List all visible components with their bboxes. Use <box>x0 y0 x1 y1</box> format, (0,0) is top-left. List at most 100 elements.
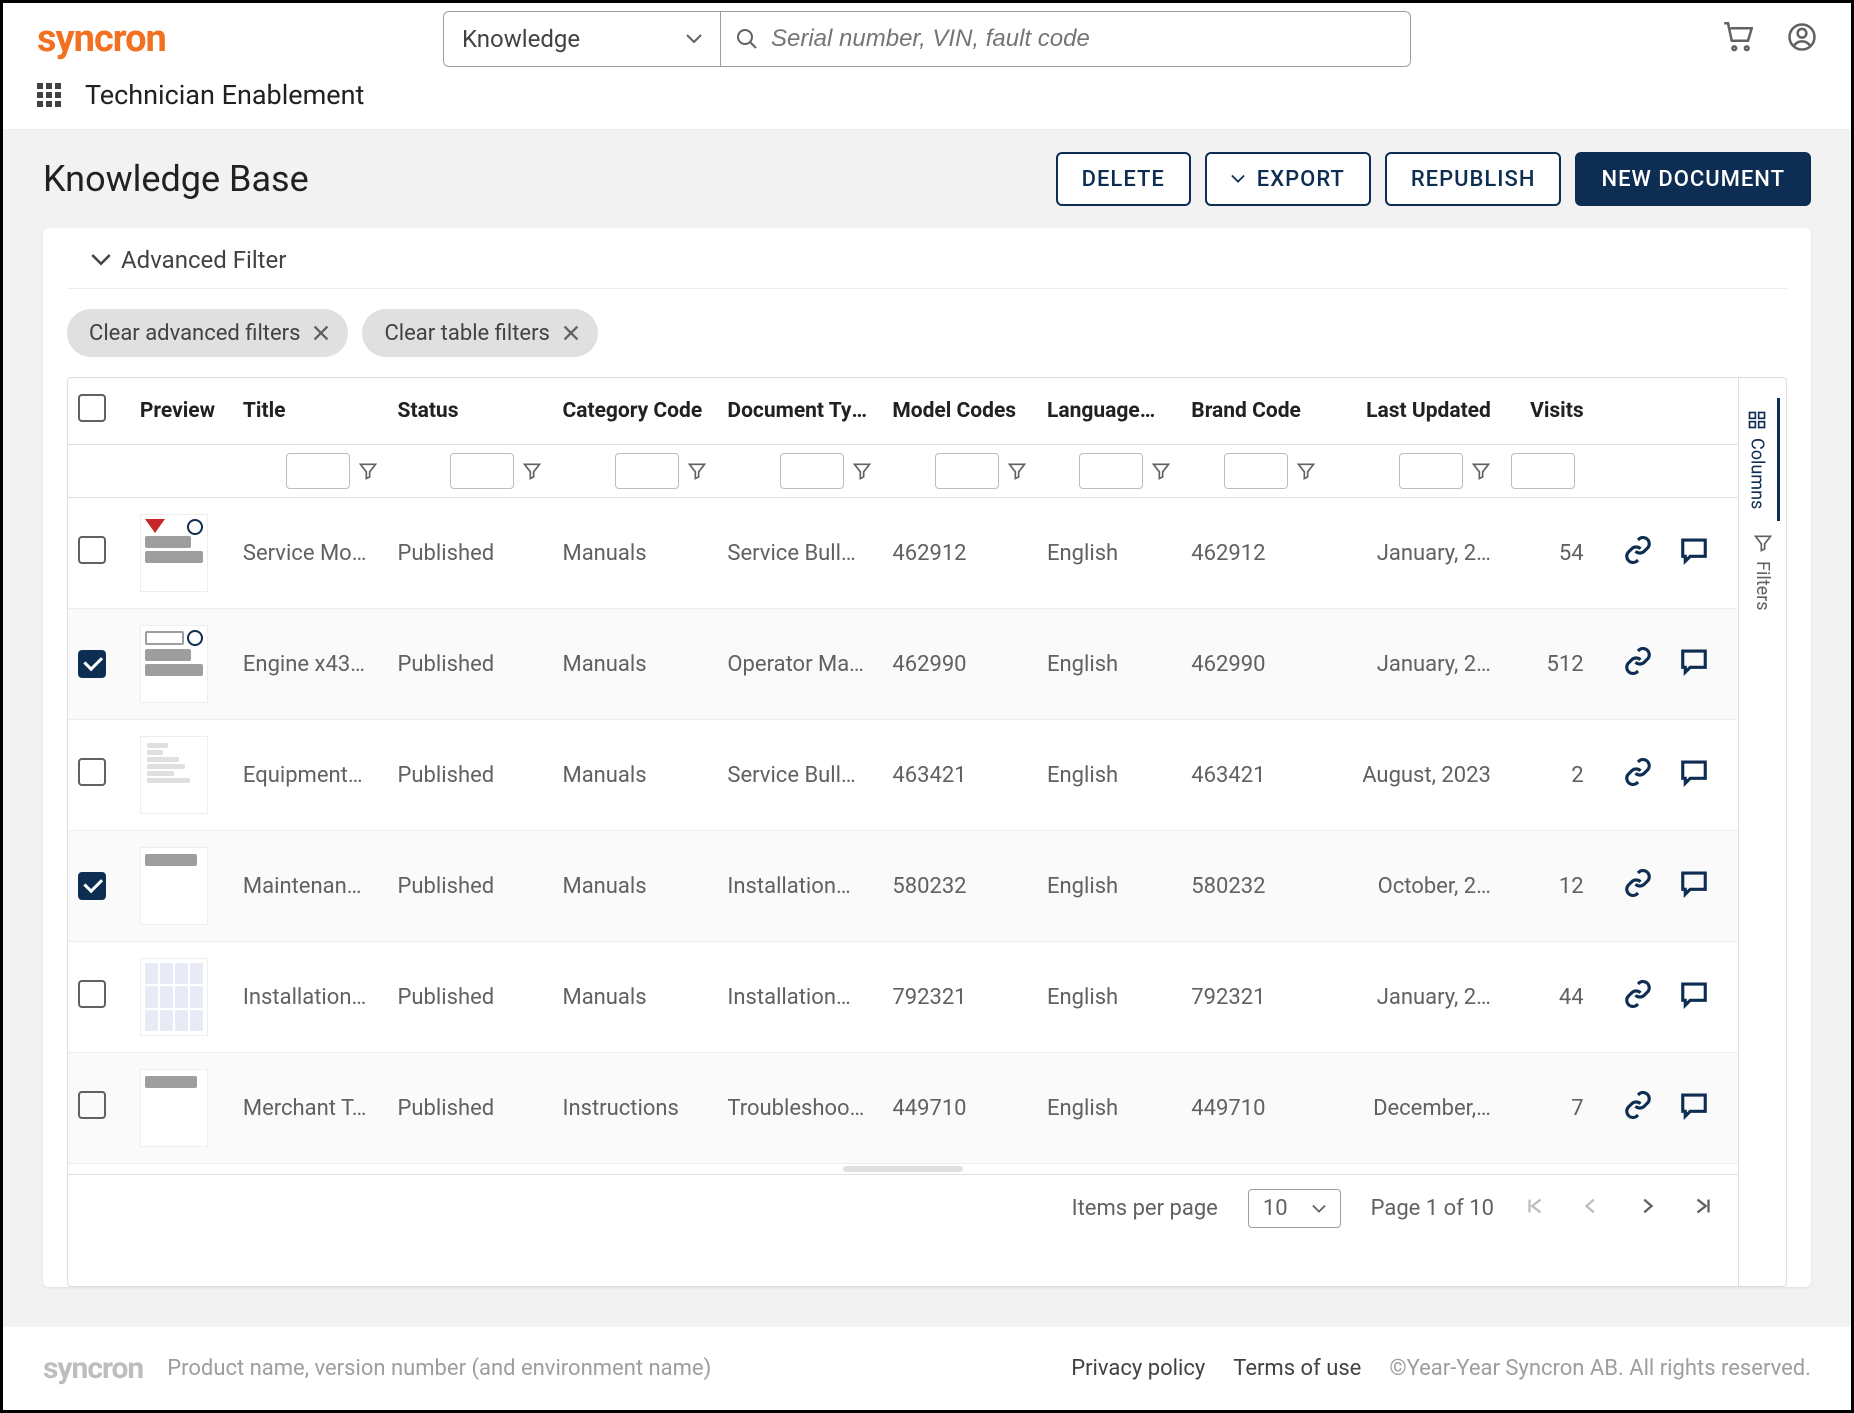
row-checkbox[interactable] <box>78 1091 106 1119</box>
header-row: Preview Title Status Category Code Docum… <box>68 378 1738 445</box>
prev-page-icon[interactable] <box>1580 1195 1602 1223</box>
comment-icon[interactable] <box>1679 979 1709 1015</box>
table-row[interactable]: Installation…PublishedManualsInstallatio… <box>68 942 1738 1053</box>
filter-icon[interactable] <box>1583 461 1584 481</box>
col-model[interactable]: Model Codes <box>882 378 1037 445</box>
filter-icon[interactable] <box>522 461 542 481</box>
items-per-page-select[interactable]: 10 <box>1248 1189 1341 1228</box>
footer-product-line: Product name, version number (and enviro… <box>167 1356 711 1381</box>
row-checkbox[interactable] <box>78 650 106 678</box>
cell-brand: 462990 <box>1181 609 1325 720</box>
first-page-icon[interactable] <box>1524 1195 1546 1223</box>
cell-doctype: Troubleshoo… <box>717 1053 882 1164</box>
search-scope-label: Knowledge <box>462 25 580 53</box>
col-preview[interactable]: Preview <box>130 378 233 445</box>
cell-preview <box>130 831 233 942</box>
row-checkbox[interactable] <box>78 872 106 900</box>
filter-icon[interactable] <box>1007 461 1027 481</box>
drag-handle[interactable] <box>68 1164 1738 1174</box>
cell-visits: 12 <box>1501 831 1594 942</box>
cell-status: Published <box>388 498 553 609</box>
link-icon[interactable] <box>1623 1090 1653 1126</box>
table-row[interactable]: Service Mo…PublishedManualsService Bull…… <box>68 498 1738 609</box>
chip-label: Clear advanced filters <box>89 321 300 346</box>
select-all-checkbox[interactable] <box>78 394 106 422</box>
items-per-page-value: 10 <box>1263 1196 1288 1221</box>
cell-title: Maintenan… <box>233 831 388 942</box>
cell-doctype: Service Bull… <box>717 498 882 609</box>
delete-button[interactable]: DELETE <box>1056 152 1191 206</box>
cell-title: Engine x43… <box>233 609 388 720</box>
comment-icon[interactable] <box>1679 757 1709 793</box>
cell-category: Manuals <box>552 609 717 720</box>
filter-brand[interactable] <box>1224 453 1288 489</box>
cell-title: Service Mo… <box>233 498 388 609</box>
filter-icon[interactable] <box>852 461 872 481</box>
search-scope-dropdown[interactable]: Knowledge <box>443 11 721 67</box>
terms-link[interactable]: Terms of use <box>1233 1356 1361 1381</box>
next-page-icon[interactable] <box>1636 1195 1658 1223</box>
user-icon[interactable] <box>1787 22 1817 56</box>
apps-icon[interactable] <box>37 83 61 107</box>
link-icon[interactable] <box>1623 868 1653 904</box>
table-row[interactable]: Merchant T…PublishedInstructionsTroubles… <box>68 1053 1738 1164</box>
pagination-controls <box>1524 1195 1714 1223</box>
cell-visits: 7 <box>1501 1053 1594 1164</box>
new-document-button[interactable]: NEW DOCUMENT <box>1575 152 1811 206</box>
cell-lang: English <box>1037 1053 1181 1164</box>
clear-advanced-chip[interactable]: Clear advanced filters <box>67 309 348 357</box>
row-checkbox[interactable] <box>78 980 106 1008</box>
last-page-icon[interactable] <box>1692 1195 1714 1223</box>
top-bar: syncron Knowledge <box>3 3 1851 71</box>
row-checkbox[interactable] <box>78 536 106 564</box>
comment-icon[interactable] <box>1679 535 1709 571</box>
republish-button[interactable]: REPUBLISH <box>1385 152 1562 206</box>
cell-brand: 792321 <box>1181 942 1325 1053</box>
filter-updated[interactable] <box>1399 453 1463 489</box>
comment-icon[interactable] <box>1679 646 1709 682</box>
filter-lang[interactable] <box>1079 453 1143 489</box>
col-select <box>68 378 130 445</box>
export-button[interactable]: EXPORT <box>1205 152 1371 206</box>
link-icon[interactable] <box>1623 757 1653 793</box>
filter-icon[interactable] <box>687 461 707 481</box>
filter-visits[interactable] <box>1511 453 1575 489</box>
table-row[interactable]: Equipment…PublishedManualsService Bull…4… <box>68 720 1738 831</box>
col-title[interactable]: Title <box>233 378 388 445</box>
link-icon[interactable] <box>1623 979 1653 1015</box>
cell-visits: 54 <box>1501 498 1594 609</box>
row-checkbox[interactable] <box>78 758 106 786</box>
col-language[interactable]: Language… <box>1037 378 1181 445</box>
rail-filters-tab[interactable]: Filters <box>1752 521 1773 623</box>
rail-columns-tab[interactable]: Columns <box>1747 398 1780 521</box>
filter-icon[interactable] <box>358 461 378 481</box>
filter-model[interactable] <box>935 453 999 489</box>
comment-icon[interactable] <box>1679 868 1709 904</box>
filter-doctype[interactable] <box>780 453 844 489</box>
filter-icon[interactable] <box>1296 461 1316 481</box>
advanced-filter-toggle[interactable]: Advanced Filter <box>67 228 1787 289</box>
col-updated[interactable]: Last Updated <box>1326 378 1501 445</box>
col-status[interactable]: Status <box>388 378 553 445</box>
table-row[interactable]: Maintenan…PublishedManualsInstallation…5… <box>68 831 1738 942</box>
cart-icon[interactable] <box>1723 22 1753 56</box>
col-actions <box>1594 378 1738 445</box>
filter-category[interactable] <box>615 453 679 489</box>
clear-table-chip[interactable]: Clear table filters <box>362 309 597 357</box>
col-category[interactable]: Category Code <box>552 378 717 445</box>
filter-status[interactable] <box>450 453 514 489</box>
filter-title[interactable] <box>286 453 350 489</box>
filter-icon[interactable] <box>1151 461 1171 481</box>
col-visits[interactable]: Visits <box>1501 378 1594 445</box>
side-rail: Columns Filters <box>1738 378 1786 1286</box>
search-input[interactable] <box>771 12 1396 66</box>
col-doctype[interactable]: Document Type <box>717 378 882 445</box>
filter-icon[interactable] <box>1471 461 1491 481</box>
link-icon[interactable] <box>1623 535 1653 571</box>
content: Advanced Filter Clear advanced filters C… <box>3 228 1851 1327</box>
comment-icon[interactable] <box>1679 1090 1709 1126</box>
table-row[interactable]: Engine x43…PublishedManualsOperator Ma…4… <box>68 609 1738 720</box>
privacy-link[interactable]: Privacy policy <box>1071 1356 1205 1381</box>
link-icon[interactable] <box>1623 646 1653 682</box>
col-brand[interactable]: Brand Code <box>1181 378 1325 445</box>
